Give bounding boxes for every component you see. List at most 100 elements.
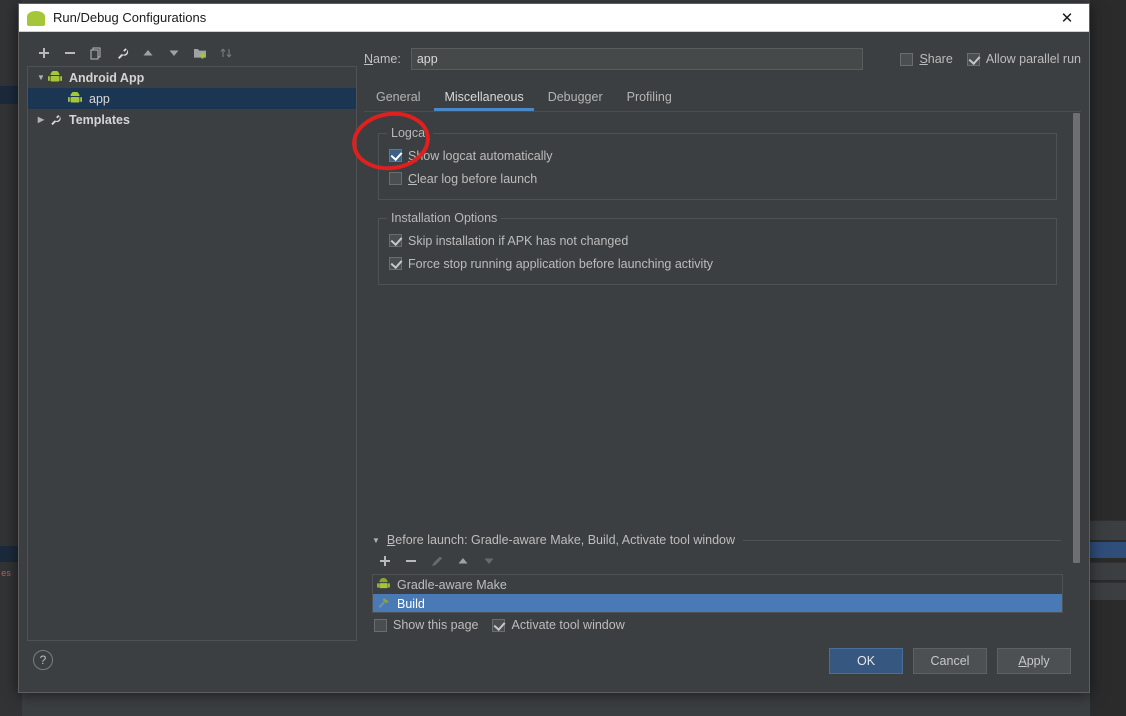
configuration-editor-pane: Name: Share Allow parallel run GeneralMis… xyxy=(364,40,1081,638)
name-input[interactable] xyxy=(410,48,863,70)
wrench-icon xyxy=(48,113,64,127)
configuration-tabs: General Miscellaneous Debugger Profiling xyxy=(364,83,1081,111)
clear-log-before-launch-checkbox[interactable]: Clear log before launch xyxy=(389,172,537,186)
tab-general[interactable]: General xyxy=(364,88,432,111)
hammer-icon xyxy=(377,597,392,611)
checkbox-icon[interactable] xyxy=(492,618,506,632)
chevron-down-icon[interactable]: ▼ xyxy=(372,536,380,545)
android-robot-icon xyxy=(68,91,84,106)
edit-templates-button[interactable] xyxy=(109,42,135,64)
before-launch-task-label: Build xyxy=(397,596,425,611)
background-right-panel xyxy=(1090,0,1126,716)
move-down-button[interactable] xyxy=(161,42,187,64)
checkbox-icon[interactable] xyxy=(389,149,402,162)
remove-task-button[interactable] xyxy=(398,550,424,572)
android-robot-icon xyxy=(27,9,45,27)
installation-options-group-legend: Installation Options xyxy=(387,211,502,225)
ok-button[interactable]: OK xyxy=(829,648,903,674)
force-stop-checkbox[interactable]: Force stop running application before la… xyxy=(389,257,713,271)
move-up-button[interactable] xyxy=(135,42,161,64)
before-launch-section: ▼ Before launch: Gradle-aware Make, Buil… xyxy=(364,530,1081,634)
before-launch-options: Show this page Activate tool window xyxy=(364,618,1081,632)
activate-tool-window-checkbox-label: Activate tool window xyxy=(511,618,625,632)
checkbox-icon[interactable] xyxy=(966,52,980,66)
tree-item-android-app[interactable]: ▼ Android App xyxy=(28,67,356,88)
name-label: Name: xyxy=(364,52,401,66)
show-this-page-checkbox-label: Show this page xyxy=(393,618,479,632)
remove-configuration-button[interactable] xyxy=(57,42,83,64)
show-this-page-checkbox[interactable]: Show this page xyxy=(374,618,478,632)
dialog-buttons: OK Cancel Apply xyxy=(829,648,1071,674)
clear-log-before-launch-checkbox-row: Clear log before launch xyxy=(389,167,1046,190)
dialog-footer: ? OK Cancel Apply xyxy=(19,638,1089,692)
name-row: Name: Share Allow parallel run xyxy=(364,45,1081,73)
checkbox-icon[interactable] xyxy=(389,172,402,185)
show-logcat-automatically-checkbox[interactable]: Show logcat automatically xyxy=(389,149,553,163)
dialog-titlebar: Run/Debug Configurations ✕ xyxy=(19,4,1089,32)
task-move-down-button xyxy=(476,550,502,572)
before-launch-header[interactable]: ▼ Before launch: Gradle-aware Make, Buil… xyxy=(364,530,1081,550)
add-configuration-button[interactable] xyxy=(31,42,57,64)
tree-item-label: Android App xyxy=(69,70,145,85)
tab-profiling[interactable]: Profiling xyxy=(615,88,684,111)
allow-parallel-run-checkbox[interactable]: Allow parallel run xyxy=(966,52,1081,66)
tabs-divider xyxy=(364,111,1081,112)
edit-task-button xyxy=(424,550,450,572)
scrollbar-thumb[interactable] xyxy=(1073,113,1080,563)
skip-installation-checkbox[interactable]: Skip installation if APK has not changed xyxy=(389,234,628,248)
share-checkbox-label: Share xyxy=(919,52,953,66)
before-launch-task[interactable]: Gradle-aware Make xyxy=(373,575,1062,594)
task-move-up-button[interactable] xyxy=(450,550,476,572)
logcat-group: Logcat Show logcat automatically Clear log… xyxy=(378,126,1057,200)
allow-parallel-run-checkbox-label: Allow parallel run xyxy=(985,52,1081,66)
tree-item-label: app xyxy=(89,91,110,106)
skip-installation-checkbox-row: Skip installation if APK has not changed xyxy=(389,229,1046,252)
tree-item-templates[interactable]: ▶ Templates xyxy=(28,109,356,130)
before-launch-task-list[interactable]: Gradle-aware Make Build xyxy=(372,574,1063,613)
content-scrollbar[interactable] xyxy=(1071,113,1081,563)
chevron-down-icon[interactable]: ▼ xyxy=(34,73,48,82)
header-options: Share Allow parallel run xyxy=(900,52,1081,66)
checkbox-icon[interactable] xyxy=(900,52,914,66)
android-robot-icon xyxy=(48,70,64,85)
run-debug-configurations-dialog: Run/Debug Configurations ✕ ▼ Android App a… xyxy=(18,3,1090,693)
checkbox-icon[interactable] xyxy=(389,234,402,247)
tab-debugger[interactable]: Debugger xyxy=(536,88,615,111)
before-launch-toolbar xyxy=(364,550,1081,572)
chevron-right-icon[interactable]: ▶ xyxy=(34,115,48,124)
tab-miscellaneous[interactable]: Miscellaneous xyxy=(432,88,535,111)
sort-configurations-button xyxy=(213,42,239,64)
before-launch-divider xyxy=(743,539,1061,541)
force-stop-checkbox-row: Force stop running application before la… xyxy=(389,252,1046,275)
background-editor-text: es xyxy=(1,569,11,579)
activate-tool-window-checkbox[interactable]: Activate tool window xyxy=(492,618,625,632)
miscellaneous-tab-content: Logcat Show logcat automatically Clear log… xyxy=(364,113,1081,530)
before-launch-title: Before launch: Gradle-aware Make, Build,… xyxy=(386,533,736,547)
before-launch-task[interactable]: Build xyxy=(373,594,1062,612)
show-logcat-automatically-checkbox-row: Show logcat automatically xyxy=(389,144,1046,167)
configurations-tree[interactable]: ▼ Android App app ▶ Templates xyxy=(27,66,357,641)
show-logcat-automatically-checkbox-label: Show logcat automatically xyxy=(408,148,553,163)
share-checkbox[interactable]: Share xyxy=(900,52,953,66)
skip-installation-checkbox-label: Skip installation if APK has not changed xyxy=(408,233,629,248)
checkbox-icon[interactable] xyxy=(389,257,402,270)
before-launch-task-label: Gradle-aware Make xyxy=(397,577,507,592)
installation-options-group: Installation Options Skip installation if… xyxy=(378,211,1057,285)
cancel-button[interactable]: Cancel xyxy=(913,648,987,674)
tree-item-app[interactable]: app xyxy=(28,88,356,109)
tree-toolbar xyxy=(27,40,357,66)
move-into-folder-button[interactable] xyxy=(187,42,213,64)
dialog-title: Run/Debug Configurations xyxy=(53,10,207,25)
android-robot-icon xyxy=(377,577,392,592)
tree-item-label: Templates xyxy=(69,112,130,127)
logcat-group-legend: Logcat xyxy=(387,126,433,140)
checkbox-icon[interactable] xyxy=(374,618,387,632)
close-icon[interactable]: ✕ xyxy=(1045,4,1089,31)
copy-configuration-button[interactable] xyxy=(83,42,109,64)
clear-log-before-launch-checkbox-label: Clear log before launch xyxy=(408,171,538,186)
add-task-button[interactable] xyxy=(372,550,398,572)
apply-button[interactable]: Apply xyxy=(997,648,1071,674)
help-icon[interactable]: ? xyxy=(33,650,53,670)
force-stop-checkbox-label: Force stop running application before la… xyxy=(408,256,714,271)
configurations-tree-pane: ▼ Android App app ▶ Templates xyxy=(27,40,357,641)
